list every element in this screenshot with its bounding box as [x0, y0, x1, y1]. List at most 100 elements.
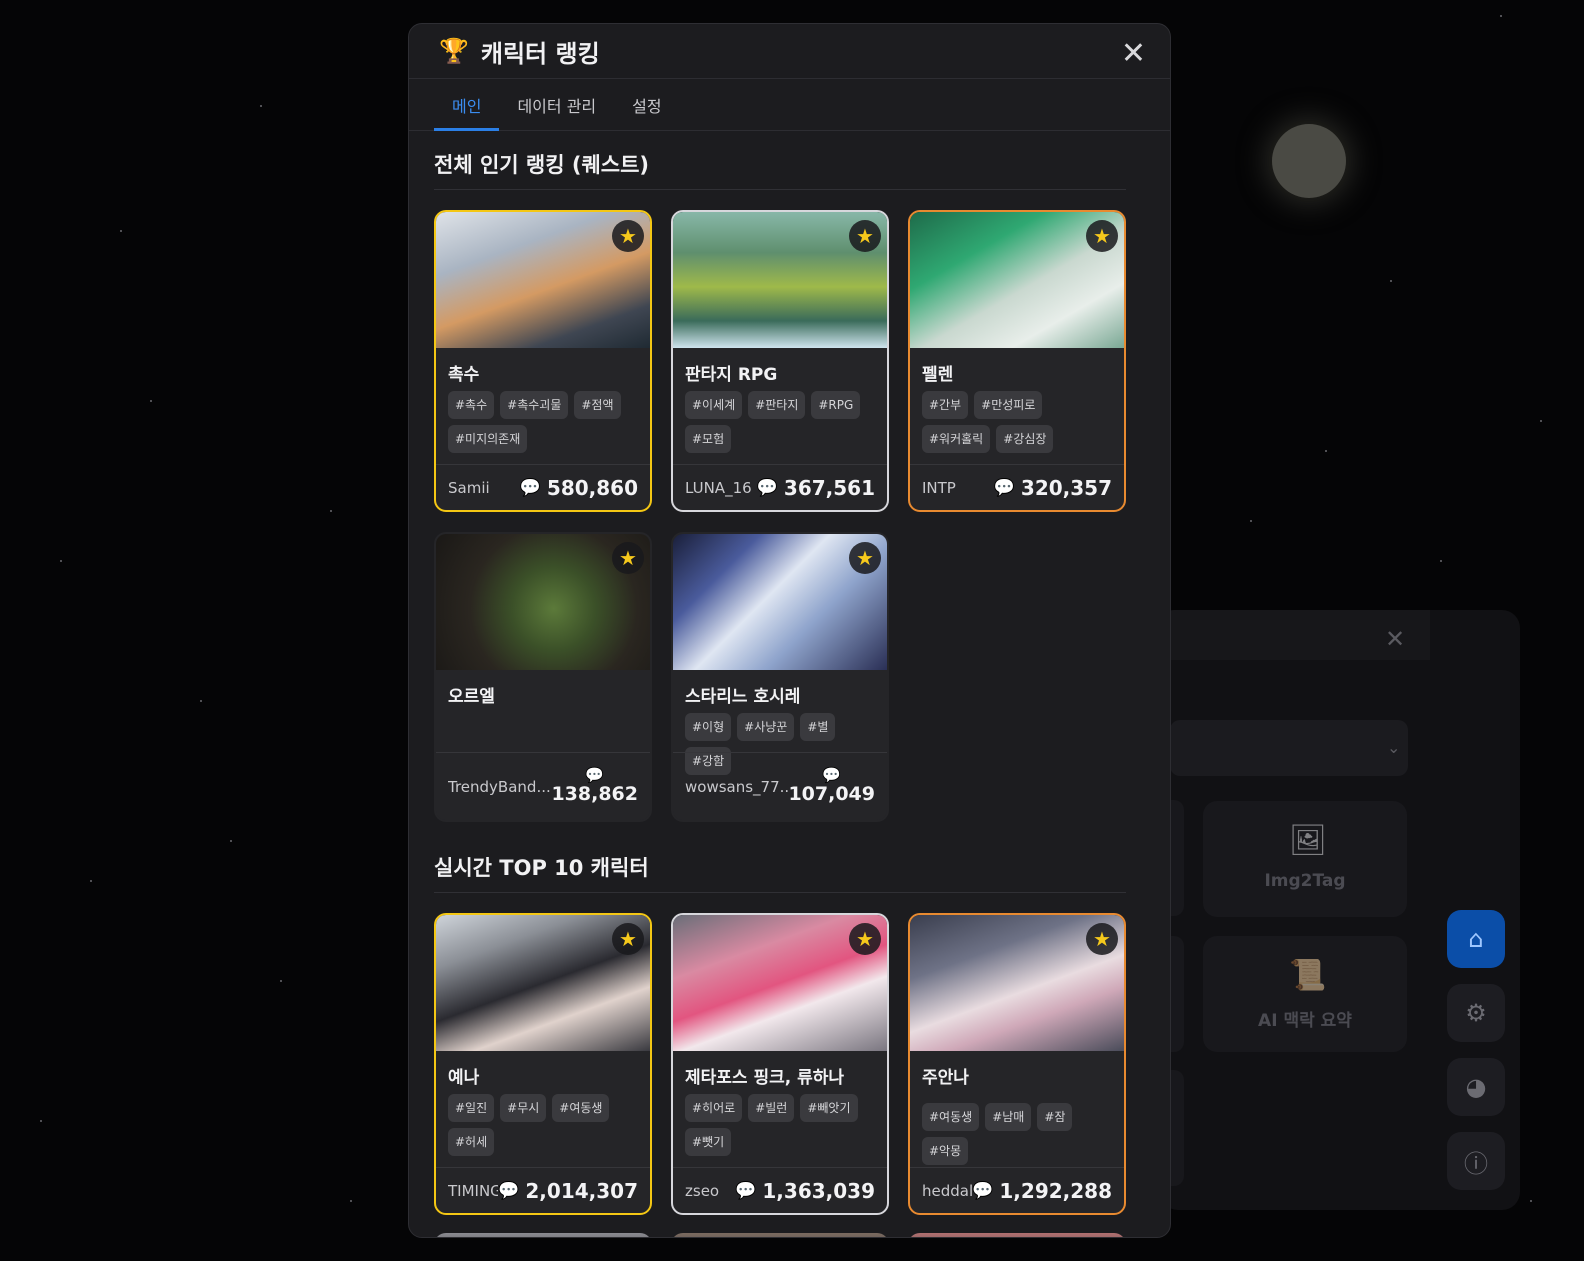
favorite-star-icon[interactable]: ★: [849, 542, 881, 574]
tag[interactable]: #모험: [685, 425, 732, 453]
chat-count: 💬 367,561: [757, 476, 875, 500]
chat-count: 💬 107,049: [788, 768, 875, 806]
character-card-peek[interactable]: [671, 1233, 889, 1237]
tag[interactable]: #판타지: [748, 391, 806, 419]
tag[interactable]: #미지의존재: [448, 425, 528, 453]
tag[interactable]: #허세: [448, 1128, 495, 1156]
tag[interactable]: #빼앗기: [800, 1094, 858, 1122]
tag-list: #여동생 #남매 #잠 #악몽: [910, 1091, 1124, 1167]
gear-icon: ⚙: [1465, 999, 1487, 1027]
favorite-star-icon[interactable]: ★: [849, 923, 881, 955]
tag[interactable]: #무시: [500, 1094, 547, 1122]
character-thumbnail: ★: [436, 534, 650, 670]
img2tag-label: Img2Tag: [1264, 871, 1346, 891]
card-footer: INTP 💬 320,357: [910, 464, 1124, 510]
tag[interactable]: #RPG: [811, 391, 861, 419]
tag[interactable]: #사냥꾼: [737, 713, 795, 741]
favorite-star-icon[interactable]: ★: [849, 220, 881, 252]
favorite-star-icon[interactable]: ★: [612, 220, 644, 252]
tag[interactable]: #히어로: [685, 1094, 743, 1122]
background-select[interactable]: [1170, 720, 1408, 776]
next-cards-row: [434, 1233, 1126, 1237]
character-card-peek[interactable]: [908, 1233, 1126, 1237]
character-card[interactable]: ★ 예나 #일진 #무시 #여동생 #허세 TIMING_ 💬2,014,307: [434, 913, 652, 1215]
scroll-icon: 📜: [1289, 958, 1327, 993]
tag[interactable]: #촉수: [448, 391, 495, 419]
character-card[interactable]: ★ 스타리느 호시레 #이형 #사냥꾼 #별 #강함 wowsans_77...…: [671, 532, 889, 822]
chat-count: 💬 580,860: [520, 476, 638, 500]
tag[interactable]: #일진: [448, 1094, 495, 1122]
tag-list: #이세계 #판타지 #RPG #모험: [673, 388, 887, 464]
favorite-star-icon[interactable]: ★: [612, 923, 644, 955]
character-card[interactable]: ★ 제타포스 핑크, 류하나 #히어로 #빌런 #빼앗기 #뺏기 zseo 💬 1…: [671, 913, 889, 1215]
img2tag-card[interactable]: 🖼 Img2Tag: [1203, 801, 1407, 917]
chat-count: 💬 138,862: [551, 766, 638, 806]
ai-summary-label: AI 맥락 요약: [1258, 1011, 1352, 1031]
background-close-icon[interactable]: ✕: [1385, 625, 1405, 653]
card-footer: zseo 💬 1,363,039: [673, 1167, 887, 1213]
chat-count-value: 1,363,039: [762, 1178, 875, 1203]
tag[interactable]: #별: [800, 713, 836, 741]
tag[interactable]: #간부: [922, 391, 969, 419]
settings-button[interactable]: ⚙: [1447, 984, 1505, 1042]
card-footer: LUNA_16 💬 367,561: [673, 464, 887, 510]
tag[interactable]: #이세계: [685, 391, 743, 419]
info-button[interactable]: ⓘ: [1447, 1132, 1505, 1190]
favorite-star-icon[interactable]: ★: [1086, 923, 1118, 955]
character-card[interactable]: ★ 펠렌 #간부 #만성피로 #워커홀릭 #강심장 INTP 💬 320,357: [908, 210, 1126, 512]
tag[interactable]: #워커홀릭: [922, 425, 991, 453]
chat-bubble-icon: 💬: [585, 766, 605, 784]
tag[interactable]: #빌런: [748, 1094, 795, 1122]
theme-button[interactable]: ◕: [1447, 1058, 1505, 1116]
tag[interactable]: #강심장: [996, 425, 1054, 453]
background-card-edge: [1170, 1070, 1184, 1186]
chat-count-value: 367,561: [783, 475, 875, 500]
realtime-top10-grid: ★ 예나 #일진 #무시 #여동생 #허세 TIMING_ 💬2,014,307…: [434, 913, 1126, 1215]
chat-count-value: 2,014,307: [525, 1178, 638, 1203]
chat-count: 💬 2,014,307: [498, 1179, 638, 1203]
tag[interactable]: #여동생: [922, 1103, 980, 1131]
character-thumbnail: ★: [910, 915, 1124, 1051]
character-thumbnail: ★: [436, 212, 650, 348]
chat-bubble-icon: 💬: [972, 1180, 994, 1201]
chat-bubble-icon: 💬: [498, 1180, 520, 1201]
favorite-star-icon[interactable]: ★: [612, 542, 644, 574]
tag[interactable]: #잠: [1037, 1103, 1073, 1131]
tag[interactable]: #만성피로: [974, 391, 1043, 419]
tag[interactable]: #뺏기: [685, 1128, 732, 1156]
character-card[interactable]: ★ 주안나 #여동생 #남매 #잠 #악몽 heddal 💬 1,292,288: [908, 913, 1126, 1215]
tab-settings[interactable]: 설정: [614, 79, 679, 130]
tag[interactable]: #여동생: [552, 1094, 610, 1122]
section-title-realtime: 실시간 TOP 10 캐릭터: [434, 852, 1126, 893]
card-footer: TIMING_ 💬2,014,307: [436, 1167, 650, 1213]
tag[interactable]: #점액: [574, 391, 621, 419]
close-icon[interactable]: ✕: [1121, 36, 1146, 71]
character-thumbnail: ★: [910, 212, 1124, 348]
tag[interactable]: #남매: [985, 1103, 1032, 1131]
chat-bubble-icon: 💬: [756, 477, 778, 498]
tag[interactable]: #촉수괴물: [500, 391, 569, 419]
character-card[interactable]: ★ 판타지 RPG #이세계 #판타지 #RPG #모험 LUNA_16 💬 36…: [671, 210, 889, 512]
card-footer: Samii 💬 580,860: [436, 464, 650, 510]
chat-count: 💬 320,357: [994, 476, 1112, 500]
ai-summary-card[interactable]: 📜 AI 맥락 요약: [1203, 936, 1407, 1052]
character-card-peek[interactable]: [434, 1233, 652, 1237]
ranking-modal: 🏆 캐릭터 랭킹 ✕ 메인 데이터 관리 설정 전체 인기 랭킹 (퀘스트) ★…: [408, 23, 1171, 1238]
tag[interactable]: #이형: [685, 713, 732, 741]
moon-decoration: [1272, 124, 1346, 198]
card-footer: heddal 💬 1,292,288: [910, 1167, 1124, 1213]
modal-header: 🏆 캐릭터 랭킹 ✕: [409, 24, 1170, 79]
tab-data-management[interactable]: 데이터 관리: [499, 79, 614, 130]
tab-main[interactable]: 메인: [434, 79, 500, 131]
character-card[interactable]: ★ 촉수 #촉수 #촉수괴물 #점액 #미지의존재 Samii 💬 580,860: [434, 210, 652, 512]
character-thumbnail: ★: [436, 915, 650, 1051]
character-thumbnail: ★: [673, 212, 887, 348]
home-button[interactable]: ⌂: [1447, 910, 1505, 968]
author-name: INTP: [922, 478, 956, 497]
character-card[interactable]: ★ 오르엘 TrendyBand... 💬 138,862: [434, 532, 652, 822]
tag[interactable]: #악몽: [922, 1137, 969, 1165]
author-name: zseo: [685, 1181, 720, 1200]
author-name: wowsans_77...: [685, 777, 789, 796]
character-name: 제타포스 핑크, 류하나: [685, 1068, 845, 1088]
favorite-star-icon[interactable]: ★: [1086, 220, 1118, 252]
